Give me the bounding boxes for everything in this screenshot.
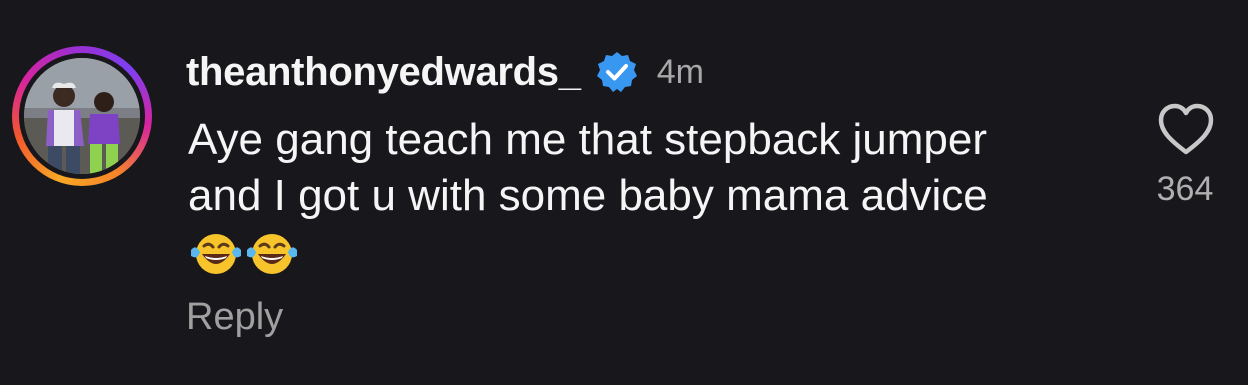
comment-text: Aye gang teach me that stepback jumper a… [188,115,988,220]
comment-header: theanthonyedwards_ 4m [186,44,704,100]
avatar[interactable] [12,46,152,186]
heart-outline-icon[interactable] [1156,102,1216,158]
timestamp: 4m [656,52,704,91]
avatar-ring-gap [19,53,145,179]
reply-button[interactable]: Reply [186,296,283,339]
comment-item: theanthonyedwards_ 4m Aye gang teach me … [0,0,1248,385]
avatar-photo [24,58,140,174]
verified-badge-icon [595,50,639,94]
laughing-tears-emoji-icon [244,230,300,276]
laughing-tears-emoji-icon [188,230,244,276]
comment-body: Aye gang teach me that stepback jumper a… [188,112,1048,280]
username[interactable]: theanthonyedwards_ [186,50,581,95]
like-count: 364 [1156,170,1214,208]
